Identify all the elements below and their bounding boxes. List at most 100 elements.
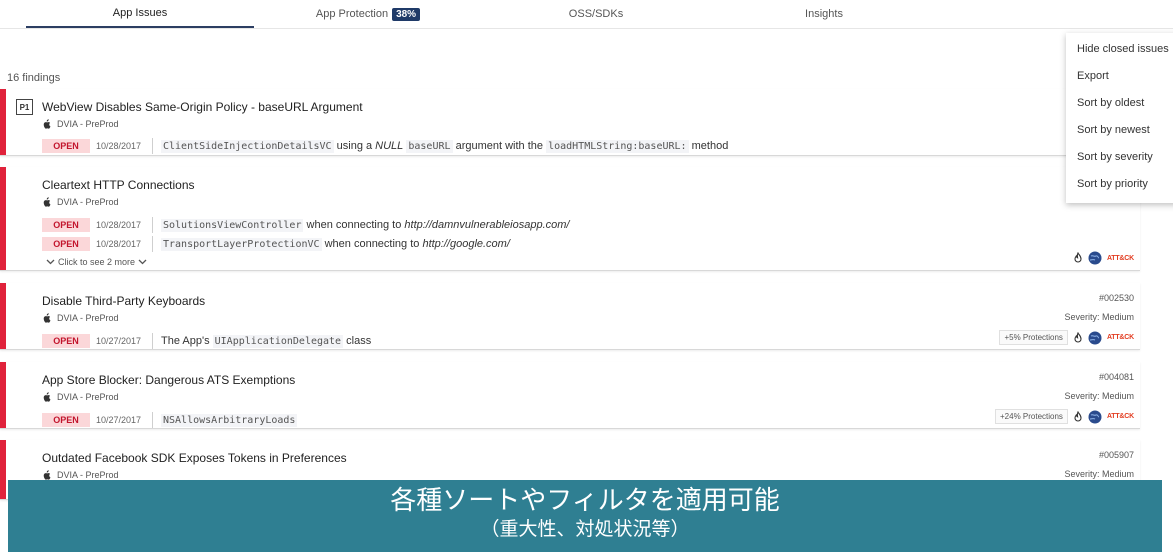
tab-oss-sdks[interactable]: OSS/SDKs bbox=[482, 0, 710, 28]
issue-id: #004081 bbox=[1098, 372, 1134, 382]
occurrence-description: NSAllowsArbitraryLoads bbox=[152, 412, 298, 428]
protection-score-badge: 38% bbox=[392, 7, 421, 21]
desc-text: class bbox=[343, 335, 372, 347]
menu-item-sort-priority[interactable]: Sort by priority bbox=[1077, 178, 1148, 190]
banner-main-text: 各種ソートやフィルタを適用可能 bbox=[390, 485, 780, 515]
app-label: DVIA - PreProd bbox=[42, 313, 119, 323]
app-name: DVIA - PreProd bbox=[57, 313, 119, 323]
flame-icon[interactable] bbox=[1073, 252, 1083, 264]
occurrence-row[interactable]: OPEN 10/27/2017 The App's UIApplicationD… bbox=[42, 333, 371, 349]
app-label: DVIA - PreProd bbox=[42, 197, 119, 207]
apple-icon bbox=[43, 392, 51, 402]
code-ref: loadHTMLString:baseURL: bbox=[546, 139, 689, 153]
finding-title[interactable]: Outdated Facebook SDK Exposes Tokens in … bbox=[42, 451, 347, 465]
show-more-toggle[interactable]: Click to see 2 more bbox=[46, 257, 147, 267]
desc-emphasis: NULL bbox=[375, 140, 404, 152]
occurrence-date: 10/28/2017 bbox=[96, 220, 142, 230]
occurrence-description: TransportLayerProtectionVC when connecti… bbox=[152, 236, 510, 252]
attck-link[interactable]: ATT&CK bbox=[1107, 413, 1134, 420]
occurrence-date: 10/27/2017 bbox=[96, 336, 142, 346]
tab-label: OSS/SDKs bbox=[568, 8, 624, 20]
finding-meta: ATT&CK bbox=[1073, 251, 1134, 265]
attck-link[interactable]: ATT&CK bbox=[1107, 255, 1134, 262]
occurrence-description: SolutionsViewController when connecting … bbox=[152, 217, 570, 233]
app-name: DVIA - PreProd bbox=[57, 197, 119, 207]
attck-link[interactable]: ATT&CK bbox=[1107, 334, 1134, 341]
finding-title[interactable]: Disable Third-Party Keyboards bbox=[42, 294, 205, 308]
status-badge: OPEN bbox=[42, 218, 90, 232]
desc-text: when connecting to bbox=[303, 219, 405, 231]
menu-item-sort-severity[interactable]: Sort by severity bbox=[1077, 151, 1153, 163]
findings-count: 16 findings bbox=[7, 72, 61, 84]
desc-text: when connecting to bbox=[321, 238, 423, 250]
globe-icon[interactable] bbox=[1088, 410, 1102, 424]
apple-icon bbox=[43, 470, 51, 480]
status-badge: OPEN bbox=[42, 334, 90, 348]
tab-bar: App Issues App Protection 38% OSS/SDKs I… bbox=[0, 0, 1173, 29]
occurrence-date: 10/27/2017 bbox=[96, 415, 142, 425]
protections-badge[interactable]: +24% Protections bbox=[995, 409, 1068, 424]
apple-icon bbox=[43, 119, 51, 129]
occurrence-row[interactable]: OPEN 10/28/2017 ClientSideInjectionDetai… bbox=[42, 138, 728, 154]
severity-label: Severity: Medium bbox=[1064, 391, 1134, 401]
app-label: DVIA - PreProd bbox=[42, 119, 119, 129]
occurrence-row[interactable]: OPEN 10/28/2017 TransportLayerProtection… bbox=[42, 236, 510, 252]
finding-title[interactable]: App Store Blocker: Dangerous ATS Exempti… bbox=[42, 373, 295, 387]
menu-item-export[interactable]: Export bbox=[1077, 70, 1109, 82]
apple-icon bbox=[43, 313, 51, 323]
occurrence-description: The App's UIApplicationDelegate class bbox=[152, 333, 371, 349]
desc-url: http://damnvulnerableiosapp.com/ bbox=[404, 219, 570, 231]
priority-badge: P1 bbox=[16, 99, 33, 115]
globe-icon[interactable] bbox=[1088, 331, 1102, 345]
issue-id: #005907 bbox=[1098, 450, 1134, 460]
apple-icon bbox=[43, 197, 51, 207]
severity-bar bbox=[0, 167, 6, 270]
tab-label: App Protection bbox=[315, 8, 389, 20]
severity-label: Severity: Medium bbox=[1064, 469, 1134, 479]
status-badge: OPEN bbox=[42, 413, 90, 427]
finding-card[interactable]: Cleartext HTTP Connections DVIA - PrePro… bbox=[0, 167, 1140, 271]
desc-url: http://google.com/ bbox=[422, 238, 510, 250]
tab-insights[interactable]: Insights bbox=[710, 0, 938, 28]
occurrence-description: ClientSideInjectionDetailsVC using a NUL… bbox=[152, 138, 728, 154]
tab-label: Insights bbox=[805, 8, 843, 20]
severity-bar bbox=[0, 283, 6, 349]
code-ref: SolutionsViewController bbox=[161, 218, 304, 232]
tab-app-protection[interactable]: App Protection 38% bbox=[254, 0, 482, 28]
desc-text: method bbox=[688, 140, 729, 152]
severity-bar bbox=[0, 89, 6, 155]
issue-id: #002530 bbox=[1098, 293, 1134, 303]
finding-title[interactable]: Cleartext HTTP Connections bbox=[42, 178, 195, 192]
finding-card[interactable]: P1 WebView Disables Same-Origin Policy -… bbox=[0, 89, 1140, 156]
code-ref: NSAllowsArbitraryLoads bbox=[161, 413, 298, 427]
sort-filter-menu: Hide closed issues Export Sort by oldest… bbox=[1066, 33, 1173, 203]
occurrence-date: 10/28/2017 bbox=[96, 239, 142, 249]
occurrence-row[interactable]: OPEN 10/27/2017 NSAllowsArbitraryLoads bbox=[42, 412, 298, 428]
app-label: DVIA - PreProd bbox=[42, 470, 119, 480]
code-ref: ClientSideInjectionDetailsVC bbox=[161, 139, 334, 153]
finding-card[interactable]: Disable Third-Party Keyboards DVIA - Pre… bbox=[0, 283, 1140, 350]
menu-item-sort-oldest[interactable]: Sort by oldest bbox=[1077, 97, 1144, 109]
code-ref: baseURL bbox=[406, 139, 453, 153]
finding-card[interactable]: App Store Blocker: Dangerous ATS Exempti… bbox=[0, 362, 1140, 429]
flame-icon[interactable] bbox=[1073, 410, 1083, 423]
chevron-down-icon bbox=[46, 259, 55, 265]
severity-bar bbox=[0, 440, 6, 499]
status-badge: OPEN bbox=[42, 237, 90, 251]
menu-item-sort-newest[interactable]: Sort by newest bbox=[1077, 124, 1150, 136]
flame-icon[interactable] bbox=[1073, 331, 1083, 344]
show-more-label: Click to see 2 more bbox=[58, 257, 136, 267]
occurrence-row[interactable]: OPEN 10/28/2017 SolutionsViewController … bbox=[42, 217, 570, 233]
severity-label: Severity: Medium bbox=[1064, 312, 1134, 322]
tab-app-issues[interactable]: App Issues bbox=[26, 0, 254, 28]
menu-item-hide-closed[interactable]: Hide closed issues bbox=[1077, 43, 1169, 55]
protections-badge[interactable]: +5% Protections bbox=[999, 330, 1068, 345]
finding-title[interactable]: WebView Disables Same-Origin Policy - ba… bbox=[42, 100, 363, 114]
desc-text: The App's bbox=[161, 335, 213, 347]
occurrence-date: 10/28/2017 bbox=[96, 141, 142, 151]
globe-icon[interactable] bbox=[1088, 251, 1102, 265]
tab-label: App Issues bbox=[112, 7, 168, 19]
app-label: DVIA - PreProd bbox=[42, 392, 119, 402]
app-name: DVIA - PreProd bbox=[57, 119, 119, 129]
desc-text: argument with the bbox=[452, 140, 547, 152]
